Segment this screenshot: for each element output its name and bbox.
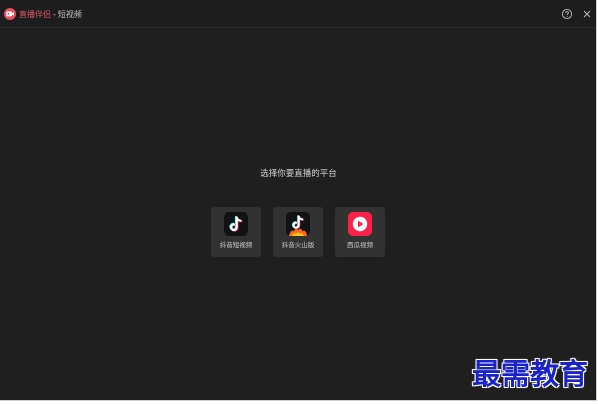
- platform-label-douyin: 抖音短视频: [219, 241, 253, 249]
- title-separator: -: [53, 10, 56, 19]
- window-title: 直播伴侣 - 短视频: [19, 8, 82, 21]
- app-name: 直播伴侣: [19, 10, 51, 19]
- platform-heading: 选择你要直播的平台: [260, 169, 337, 179]
- douyin-huoshan-icon: [286, 212, 310, 236]
- mode-name: 短视频: [57, 10, 82, 19]
- douyin-icon: [224, 212, 248, 236]
- close-icon[interactable]: [581, 8, 593, 20]
- title-bar: 直播伴侣 - 短视频: [0, 0, 596, 28]
- xigua-icon: [348, 212, 372, 236]
- watermark: 最需教育: [472, 357, 589, 391]
- app-logo-icon: [4, 8, 16, 20]
- app-window: 直播伴侣 - 短视频 选择你要直播的平台 抖音短视频 抖音火山版 西瓜视频: [0, 0, 597, 401]
- help-icon[interactable]: [561, 8, 573, 20]
- platform-card-xigua[interactable]: 西瓜视频: [335, 207, 385, 257]
- platform-label-xigua: 西瓜视频: [347, 241, 373, 249]
- platform-label-douyin-huoshan: 抖音火山版: [281, 241, 315, 249]
- platform-card-douyin[interactable]: 抖音短视频: [211, 207, 261, 257]
- platform-card-douyin-huoshan[interactable]: 抖音火山版: [273, 207, 323, 257]
